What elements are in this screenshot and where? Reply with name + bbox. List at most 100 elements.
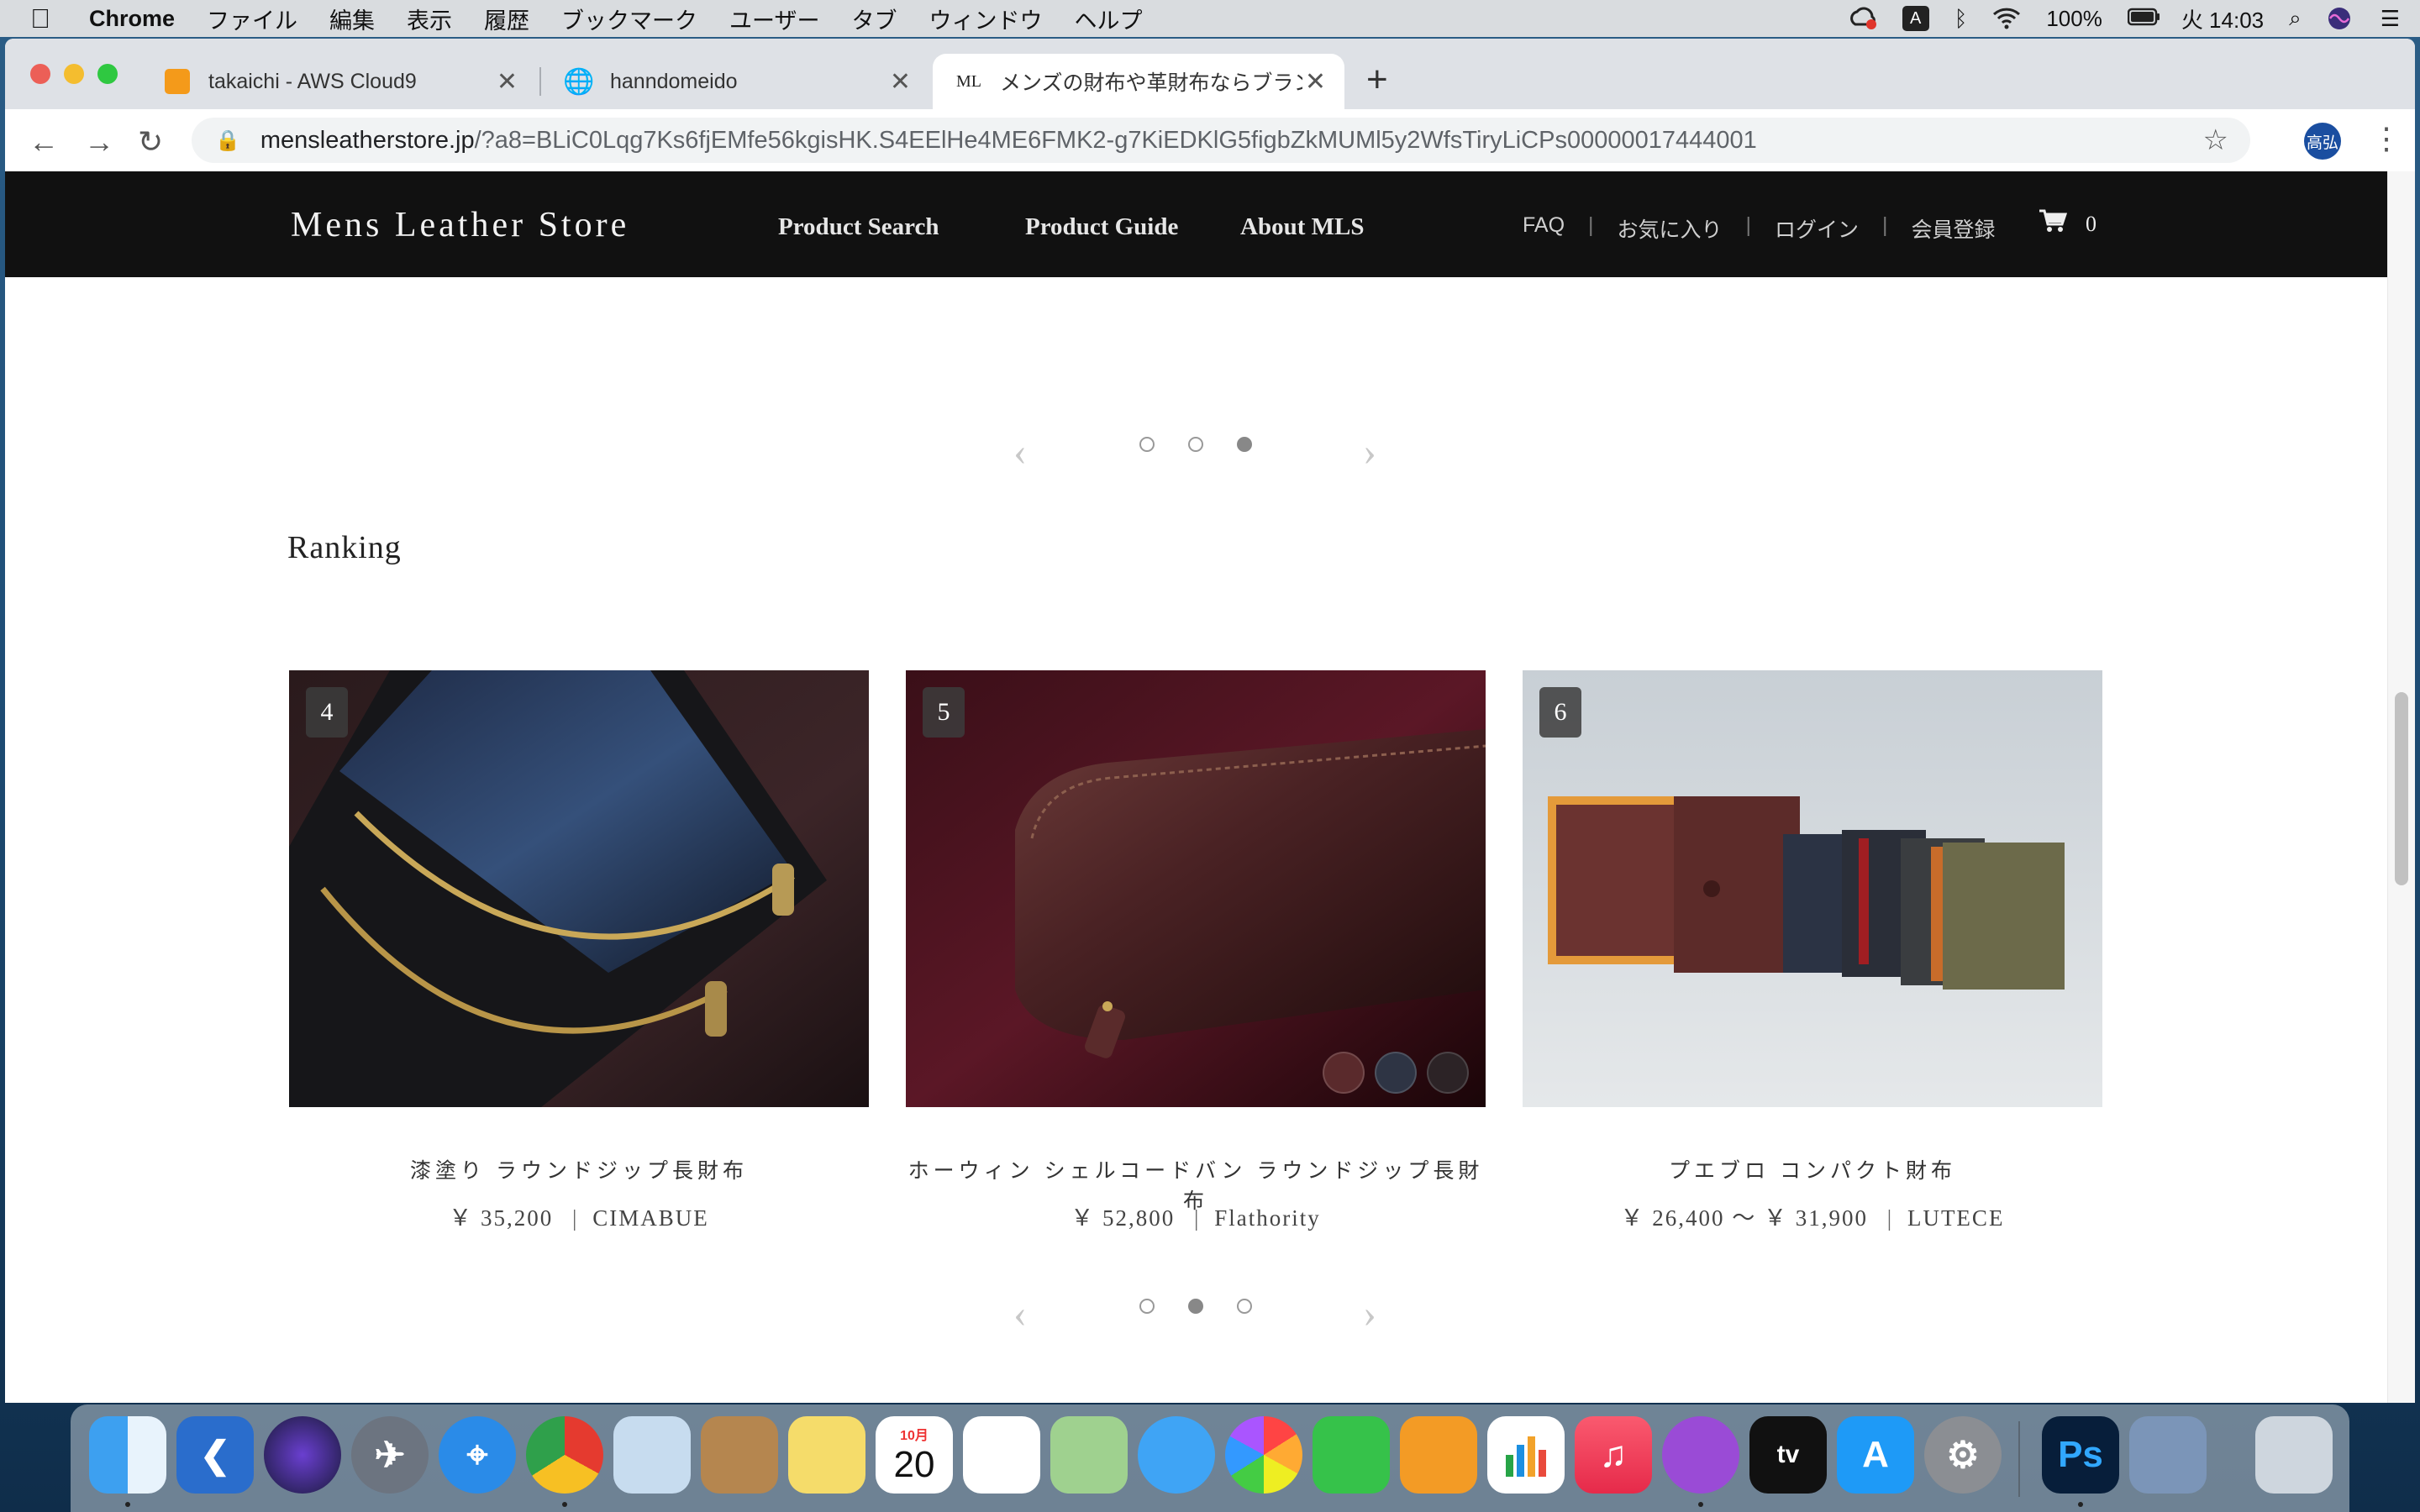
product-image-compact-wallets[interactable]: 6 <box>1523 670 2102 1107</box>
menu-tab[interactable]: タブ <box>851 3 897 35</box>
subnav-register[interactable]: 会員登録 <box>1912 213 1996 244</box>
subnav-favorites[interactable]: お気に入り <box>1618 213 1723 244</box>
subnav-login[interactable]: ログイン <box>1775 213 1859 244</box>
preview-icon[interactable] <box>2129 1416 2207 1494</box>
menu-users[interactable]: ユーザー <box>729 3 819 35</box>
launchpad-icon[interactable]: ✈ <box>351 1416 429 1494</box>
menu-help[interactable]: ヘルプ <box>1074 3 1142 35</box>
window-close-button[interactable] <box>30 64 50 84</box>
page-scrollbar[interactable] <box>2387 171 2415 1403</box>
menubar-clock[interactable]: 火 14:03 <box>2181 3 2264 34</box>
numbers-icon[interactable] <box>1487 1416 1565 1494</box>
tab-hanndomeido[interactable]: 🌐 hanndomeido ✕ <box>543 54 929 109</box>
color-swatch[interactable] <box>1323 1052 1365 1094</box>
battery-icon[interactable] <box>2127 6 2160 31</box>
bluetooth-icon[interactable]: ᛒ <box>1954 6 1968 32</box>
facetime-icon[interactable] <box>1313 1416 1390 1494</box>
profile-avatar[interactable]: 高弘 <box>2304 123 2341 160</box>
ranking-next-arrow-icon[interactable]: › <box>1363 1290 1376 1336</box>
nav-product-search[interactable]: Product Search <box>778 213 939 241</box>
ranking-prev-arrow-icon[interactable]: ‹ <box>1013 1290 1027 1336</box>
product-card[interactable]: 4 漆塗り ラウンドジップ長財布 ￥ 35,200 | CIMABUE <box>289 670 869 1231</box>
scrollbar-thumb[interactable] <box>2395 692 2408 885</box>
product-image-cordovan-wallet[interactable]: 5 <box>906 670 1486 1107</box>
system-preferences-icon[interactable]: ⚙ <box>1924 1416 2002 1494</box>
window-zoom-button[interactable] <box>97 64 118 84</box>
menu-file[interactable]: ファイル <box>207 3 297 35</box>
maps-icon[interactable] <box>1050 1416 1128 1494</box>
photoshop-icon[interactable]: Ps <box>2042 1416 2119 1494</box>
product-card[interactable]: 5 ホーウィン シェルコードバン ラウンドジップ長財布 ￥ 52,800 | F… <box>906 670 1486 1231</box>
music-icon[interactable]: ♫ <box>1575 1416 1652 1494</box>
input-method-icon[interactable]: A <box>1902 6 1929 31</box>
product-brand[interactable]: LUTECE <box>1907 1205 2004 1231</box>
calendar-month: 10月 <box>900 1429 929 1443</box>
color-swatch[interactable] <box>1375 1052 1417 1094</box>
carousel-prev-arrow-icon[interactable]: ‹ <box>1013 428 1027 475</box>
notes-icon[interactable] <box>788 1416 865 1494</box>
calendar-icon[interactable]: 10月 20 <box>876 1416 953 1494</box>
product-name[interactable]: プエブロ コンパクト財布 <box>1523 1154 2102 1184</box>
carousel-dot[interactable] <box>1188 437 1203 452</box>
subnav-faq[interactable]: FAQ <box>1523 213 1565 244</box>
wifi-icon[interactable] <box>1992 6 2021 31</box>
app-store-icon[interactable]: A <box>1837 1416 1914 1494</box>
reminders-icon[interactable] <box>963 1416 1040 1494</box>
safari-icon[interactable]: ⌖ <box>439 1416 516 1494</box>
photos-icon[interactable] <box>1225 1416 1302 1494</box>
siri-icon[interactable] <box>2327 6 2355 31</box>
nav-about-mls[interactable]: About MLS <box>1240 213 1364 241</box>
running-indicator <box>562 1502 567 1507</box>
apple-tv-icon[interactable]: tv <box>1749 1416 1827 1494</box>
ranking-dot[interactable] <box>1139 1299 1155 1314</box>
product-brand[interactable]: CIMABUE <box>592 1205 709 1231</box>
bookmark-star-icon[interactable]: ☆ <box>2203 123 2228 157</box>
ranking-dot-active[interactable] <box>1188 1299 1203 1314</box>
finder-icon[interactable] <box>89 1416 166 1494</box>
cart-button[interactable]: 0 <box>2039 208 2096 240</box>
site-logo[interactable]: Mens Leather Store <box>291 205 629 245</box>
product-name[interactable]: 漆塗り ラウンドジップ長財布 <box>289 1154 869 1184</box>
spotlight-search-icon[interactable]: ⌕ <box>2289 5 2302 32</box>
chrome-menu-icon[interactable]: ⋮ <box>2371 121 2402 156</box>
vscode-icon[interactable]: ❮ <box>176 1416 254 1494</box>
window-minimize-button[interactable] <box>64 64 84 84</box>
product-brand[interactable]: Flathority <box>1214 1205 1321 1231</box>
tab-mens-leather-store[interactable]: ML メンズの財布や革財布ならブランド ✕ <box>933 54 1344 109</box>
product-image-navy-zip-wallets[interactable]: 4 <box>289 670 869 1107</box>
address-bar[interactable]: 🔒 mensleatherstore.jp/?a8=BLiC0Lqg7Ks6fj… <box>192 118 2250 163</box>
chrome-icon[interactable] <box>526 1416 603 1494</box>
menu-bookmarks[interactable]: ブックマーク <box>561 3 697 35</box>
tab-close-icon[interactable]: ✕ <box>1305 67 1326 97</box>
mail-icon[interactable] <box>613 1416 691 1494</box>
product-card[interactable]: 6 プエブロ コンパクト財布 ￥ 26,400 〜 ￥ 31,900 | LUT… <box>1523 670 2102 1231</box>
messages-icon[interactable] <box>1138 1416 1215 1494</box>
menu-view[interactable]: 表示 <box>407 3 452 35</box>
tab-close-icon[interactable]: ✕ <box>890 67 911 97</box>
menu-edit[interactable]: 編集 <box>329 3 375 35</box>
pages-icon[interactable] <box>1400 1416 1477 1494</box>
carousel-dot-active[interactable] <box>1237 437 1252 452</box>
reload-icon[interactable]: ↻ <box>138 124 163 160</box>
nav-product-guide[interactable]: Product Guide <box>1025 213 1178 241</box>
color-swatch[interactable] <box>1427 1052 1469 1094</box>
trash-icon[interactable] <box>2255 1416 2333 1494</box>
carousel-next-arrow-icon[interactable]: › <box>1363 428 1376 475</box>
tab-close-icon[interactable]: ✕ <box>497 67 518 97</box>
tab-cloud9[interactable]: takaichi - AWS Cloud9 ✕ <box>141 54 536 109</box>
menu-app-name[interactable]: Chrome <box>89 6 175 32</box>
ranking-dot[interactable] <box>1237 1299 1252 1314</box>
podcasts-icon[interactable] <box>1662 1416 1739 1494</box>
apple-menu-icon[interactable]:  <box>30 3 64 34</box>
lock-icon[interactable]: 🔒 <box>215 129 240 153</box>
carousel-dot[interactable] <box>1139 437 1155 452</box>
menu-history[interactable]: 履歴 <box>484 3 529 35</box>
notification-center-icon[interactable]: ☰ <box>2381 6 2400 32</box>
menu-window[interactable]: ウィンドウ <box>929 3 1042 35</box>
back-arrow-icon[interactable]: ← <box>29 124 59 160</box>
contacts-icon[interactable] <box>701 1416 778 1494</box>
new-tab-plus-icon[interactable]: + <box>1366 59 1388 101</box>
siri-dock-icon[interactable] <box>264 1416 341 1494</box>
forward-arrow-icon[interactable]: → <box>84 124 114 160</box>
creative-cloud-icon[interactable] <box>1849 6 1877 31</box>
